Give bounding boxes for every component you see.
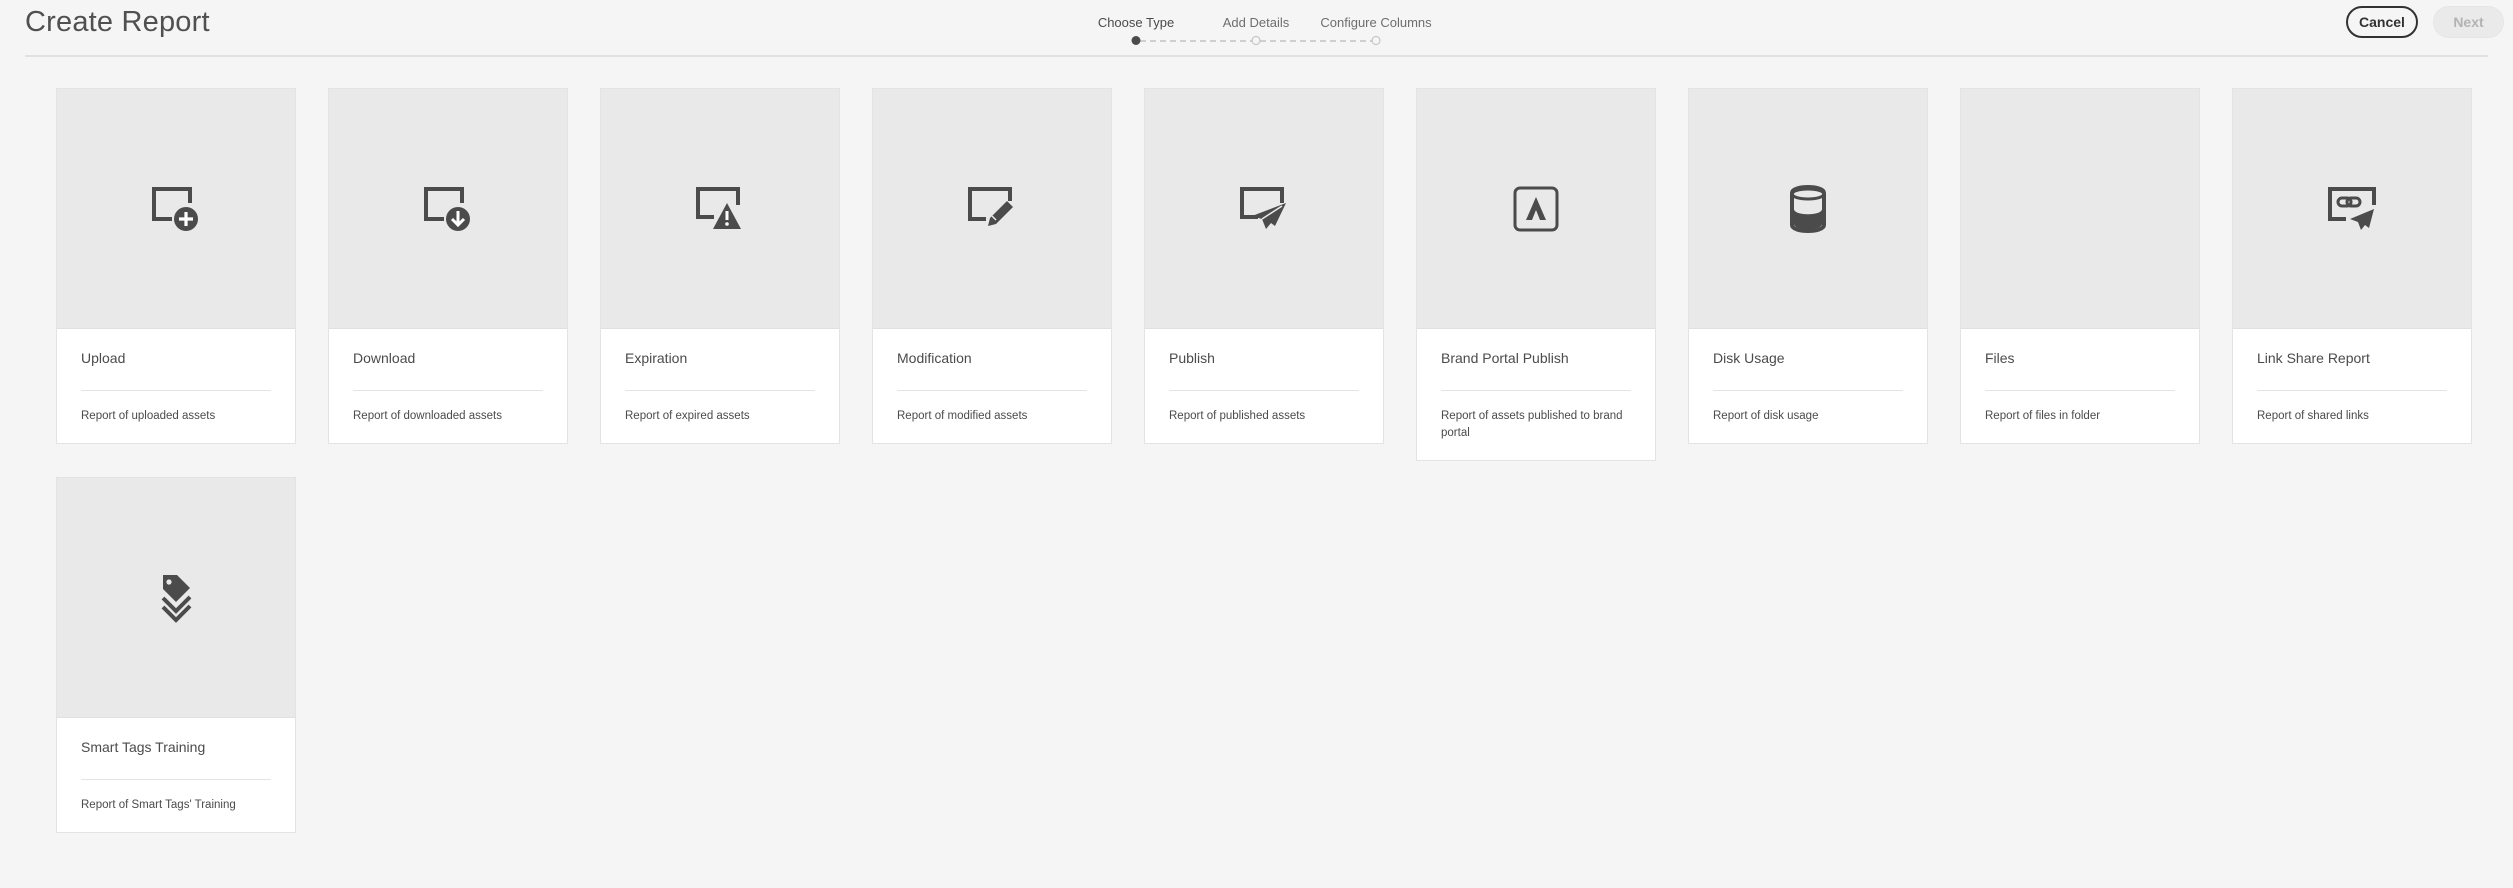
card-thumbnail bbox=[329, 89, 567, 329]
card-description: Report of modified assets bbox=[897, 410, 1028, 422]
upload-icon bbox=[152, 186, 198, 231]
card-description: Report of assets published to brand port… bbox=[1441, 410, 1623, 439]
card-thumbnail bbox=[57, 478, 295, 718]
card-description: Report of shared links bbox=[2257, 410, 2369, 422]
step-add-details[interactable]: Add Details bbox=[1223, 15, 1289, 30]
report-card-link-share[interactable]: Link Share Report Report of shared links bbox=[2232, 88, 2472, 444]
card-title: Link Share Report bbox=[2257, 350, 2370, 366]
report-type-grid: Upload Report of uploaded assets Downloa… bbox=[56, 88, 2476, 833]
card-divider bbox=[2257, 390, 2447, 391]
card-thumbnail bbox=[1689, 89, 1927, 329]
link-share-icon bbox=[2328, 186, 2376, 230]
card-description: Report of Smart Tags' Training bbox=[81, 799, 236, 811]
step-dot-choose-type bbox=[1131, 36, 1141, 45]
disk-usage-icon bbox=[1790, 184, 1826, 233]
card-divider bbox=[625, 390, 815, 391]
card-title: Expiration bbox=[625, 350, 688, 366]
card-title: Disk Usage bbox=[1713, 350, 1785, 366]
card-divider bbox=[897, 390, 1087, 391]
smart-tags-icon bbox=[161, 574, 192, 623]
card-description: Report of downloaded assets bbox=[353, 410, 502, 422]
step-dot-add-details bbox=[1251, 36, 1261, 45]
card-divider bbox=[81, 390, 271, 391]
card-thumbnail bbox=[1145, 89, 1383, 329]
report-card-expiration[interactable]: Expiration Report of expired assets bbox=[600, 88, 840, 444]
card-divider bbox=[1985, 390, 2175, 391]
card-thumbnail bbox=[1417, 89, 1655, 329]
step-choose-type[interactable]: Choose Type bbox=[1098, 15, 1174, 30]
report-card-disk-usage[interactable]: Disk Usage Report of disk usage bbox=[1688, 88, 1928, 444]
card-thumbnail bbox=[601, 89, 839, 329]
card-description: Report of files in folder bbox=[1985, 410, 2101, 422]
step-configure-columns[interactable]: Configure Columns bbox=[1320, 15, 1431, 30]
card-divider bbox=[81, 779, 271, 780]
card-description: Report of disk usage bbox=[1713, 410, 1819, 422]
report-card-publish[interactable]: Publish Report of published assets bbox=[1144, 88, 1384, 444]
card-title: Upload bbox=[81, 350, 126, 366]
card-title: Files bbox=[1985, 350, 2015, 366]
cancel-button[interactable]: Cancel bbox=[2346, 6, 2418, 38]
card-thumbnail bbox=[1961, 89, 2199, 329]
card-divider bbox=[353, 390, 543, 391]
card-title: Brand Portal Publish bbox=[1441, 350, 1569, 366]
card-description: Report of uploaded assets bbox=[81, 410, 216, 422]
publish-icon bbox=[1240, 186, 1286, 229]
modification-icon bbox=[968, 186, 1013, 226]
header-bar: Create Report Choose Type Add Details Co… bbox=[0, 0, 2513, 57]
report-card-smart-tags-training[interactable]: Smart Tags Training Report of Smart Tags… bbox=[56, 477, 296, 833]
report-card-files[interactable]: Files Report of files in folder bbox=[1960, 88, 2200, 444]
card-title: Download bbox=[353, 350, 416, 366]
card-title: Smart Tags Training bbox=[81, 739, 206, 755]
card-thumbnail bbox=[2233, 89, 2471, 329]
report-card-modification[interactable]: Modification Report of modified assets bbox=[872, 88, 1112, 444]
card-description: Report of published assets bbox=[1169, 410, 1306, 422]
card-thumbnail bbox=[57, 89, 295, 329]
next-button[interactable]: Next bbox=[2433, 6, 2504, 38]
header-divider bbox=[25, 55, 2488, 57]
card-thumbnail bbox=[873, 89, 1111, 329]
report-card-upload[interactable]: Upload Report of uploaded assets bbox=[56, 88, 296, 444]
wizard-steps: Choose Type Add Details Configure Column… bbox=[0, 0, 2513, 56]
report-card-download[interactable]: Download Report of downloaded assets bbox=[328, 88, 568, 444]
card-title: Publish bbox=[1169, 350, 1215, 366]
download-icon bbox=[424, 186, 470, 231]
card-divider bbox=[1713, 390, 1903, 391]
expiration-icon bbox=[696, 186, 741, 229]
card-title: Modification bbox=[897, 350, 972, 366]
brand-portal-icon bbox=[1513, 186, 1559, 231]
card-divider bbox=[1169, 390, 1359, 391]
card-divider bbox=[1441, 390, 1631, 391]
card-description: Report of expired assets bbox=[625, 410, 750, 422]
report-card-brand-portal-publish[interactable]: Brand Portal Publish Report of assets pu… bbox=[1416, 88, 1656, 461]
step-dot-configure-columns bbox=[1371, 36, 1381, 45]
